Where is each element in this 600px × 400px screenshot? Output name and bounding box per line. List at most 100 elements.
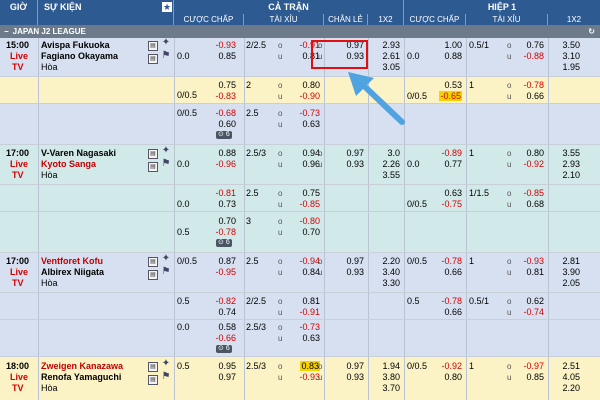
odds-value[interactable]: -0.93 [516, 256, 544, 267]
odds-value[interactable]: -0.78 [434, 256, 462, 267]
x12-value[interactable]: 1.95 [552, 62, 580, 73]
star-icon[interactable]: ★ [160, 0, 174, 14]
odds-value[interactable]: -0.96 [208, 159, 236, 170]
x12-value[interactable]: 2.61 [372, 51, 400, 62]
stats-icon[interactable]: ▤ [148, 41, 158, 51]
odds-value[interactable]: -0.74 [516, 307, 544, 318]
refresh-icon[interactable]: ↻ [588, 27, 595, 36]
odds-value[interactable]: -0.68 [208, 108, 236, 119]
favorite-icon[interactable]: ✦ [161, 359, 171, 370]
x12-value[interactable]: 3.90 [552, 267, 580, 278]
odds-value-highlighted[interactable]: 0.83 [292, 361, 320, 372]
odds-value[interactable]: 0.80 [292, 80, 320, 91]
x12-value[interactable]: 2.93 [372, 40, 400, 51]
x12-value[interactable]: 3.0 [372, 148, 400, 159]
odds-value[interactable]: -0.78 [434, 296, 462, 307]
odds-value[interactable]: 0.63 [434, 188, 462, 199]
odds-value[interactable]: 0.80 [434, 372, 462, 383]
odds-value[interactable]: 0.66 [434, 267, 462, 278]
x12-value[interactable]: 2.26 [372, 159, 400, 170]
odds-value[interactable]: 0.96 [292, 159, 320, 170]
x12-value[interactable]: 2.51 [552, 361, 580, 372]
odds-value[interactable]: 0.75 [208, 80, 236, 91]
info-icon[interactable]: ▤ [148, 54, 158, 64]
x12-value[interactable]: 2.93 [552, 159, 580, 170]
odds-value[interactable]: -0.80 [292, 216, 320, 227]
odds-value[interactable]: -0.95 [208, 267, 236, 278]
odds-value[interactable]: -0.93 [208, 40, 236, 51]
more-bets-badge[interactable]: ⊙ 6 [216, 345, 232, 353]
stats-icon[interactable]: ▤ [148, 257, 158, 267]
x12-value[interactable]: 3.70 [372, 383, 400, 394]
x12-value[interactable]: 4.05 [552, 372, 580, 383]
odds-value[interactable]: 0.66 [434, 307, 462, 318]
odds-value[interactable]: 0.63 [292, 333, 320, 344]
field-icon[interactable]: ⚑ [161, 159, 171, 170]
oddeven-value[interactable]: 0.97 [336, 256, 364, 267]
odds-value[interactable]: 0.58 [208, 322, 236, 333]
favorite-icon[interactable]: ✦ [161, 146, 171, 157]
odds-value[interactable]: -0.82 [208, 296, 236, 307]
odds-value-highlighted[interactable]: -0.65 [434, 91, 462, 102]
tv-label[interactable]: TV [12, 170, 24, 181]
odds-value[interactable]: 0.70 [292, 227, 320, 238]
odds-value[interactable]: 0.74 [208, 307, 236, 318]
odds-value[interactable]: -0.81 [208, 188, 236, 199]
x12-value[interactable]: 2.05 [552, 278, 580, 289]
away-team[interactable]: Albirex Niigata [41, 267, 104, 278]
odds-value[interactable]: 0.68 [516, 199, 544, 210]
odds-value[interactable]: 0.81 [292, 296, 320, 307]
highlight-odds[interactable]: -0.65 [439, 91, 462, 101]
oddeven-value[interactable]: 0.97 [336, 361, 364, 372]
info-icon[interactable]: ▤ [148, 375, 158, 385]
odds-value[interactable]: -0.90 [292, 91, 320, 102]
odds-value[interactable]: 0.70 [208, 216, 236, 227]
info-icon[interactable]: ▤ [148, 162, 158, 172]
home-team[interactable]: V-Varen Nagasaki [41, 148, 116, 159]
field-icon[interactable]: ⚑ [161, 372, 171, 383]
home-team[interactable]: Ventforet Kofu [41, 256, 103, 267]
oddeven-value[interactable]: 0.93 [336, 372, 364, 383]
odds-value[interactable]: 0.85 [208, 51, 236, 62]
field-icon[interactable]: ⚑ [161, 51, 171, 62]
odds-value[interactable]: -0.97 [516, 361, 544, 372]
home-team[interactable]: Avispa Fukuoka [41, 40, 110, 51]
x12-value[interactable]: 3.55 [552, 148, 580, 159]
odds-value[interactable]: 0.81 [516, 267, 544, 278]
odds-value[interactable]: -0.78 [516, 80, 544, 91]
x12-value[interactable]: 2.81 [552, 256, 580, 267]
odds-value[interactable]: -0.85 [516, 188, 544, 199]
odds-value[interactable]: 0.88 [434, 51, 462, 62]
odds-value[interactable]: -0.91 [292, 307, 320, 318]
league-bar[interactable]: − JAPAN J2 LEAGUE ↻ [0, 25, 600, 38]
odds-value[interactable]: -0.88 [516, 51, 544, 62]
tv-label[interactable]: TV [12, 383, 24, 394]
x12-value[interactable]: 3.80 [372, 372, 400, 383]
away-team[interactable]: Kyoto Sanga [41, 159, 96, 170]
odds-value[interactable]: 0.88 [208, 148, 236, 159]
x12-value[interactable]: 3.40 [372, 267, 400, 278]
x12-value[interactable]: 3.10 [552, 51, 580, 62]
favorite-icon[interactable]: ✦ [161, 254, 171, 265]
stats-icon[interactable]: ▤ [148, 362, 158, 372]
odds-value[interactable]: 0.66 [516, 91, 544, 102]
tv-label[interactable]: TV [12, 278, 24, 289]
odds-value[interactable]: 0.63 [292, 119, 320, 130]
home-team[interactable]: Zweigen Kanazawa [41, 361, 123, 372]
live-label[interactable]: Live [10, 267, 28, 278]
odds-value[interactable]: -0.73 [292, 108, 320, 119]
x12-value[interactable]: 3.30 [372, 278, 400, 289]
odds-value[interactable]: 0.53 [434, 80, 462, 91]
oddeven-value[interactable]: 0.93 [336, 267, 364, 278]
odds-value[interactable]: -0.93 [292, 372, 320, 383]
away-team[interactable]: Fagiano Okayama [41, 51, 118, 62]
odds-value[interactable]: -0.78 [208, 227, 236, 238]
odds-value[interactable]: 0.60 [208, 119, 236, 130]
away-team[interactable]: Renofa Yamaguchi [41, 372, 121, 383]
field-icon[interactable]: ⚑ [161, 267, 171, 278]
odds-value[interactable]: -0.94 [292, 256, 320, 267]
tv-label[interactable]: TV [12, 62, 24, 73]
x12-value[interactable]: 2.10 [552, 170, 580, 181]
odds-value[interactable]: -0.92 [434, 361, 462, 372]
odds-value[interactable]: 0.85 [516, 372, 544, 383]
